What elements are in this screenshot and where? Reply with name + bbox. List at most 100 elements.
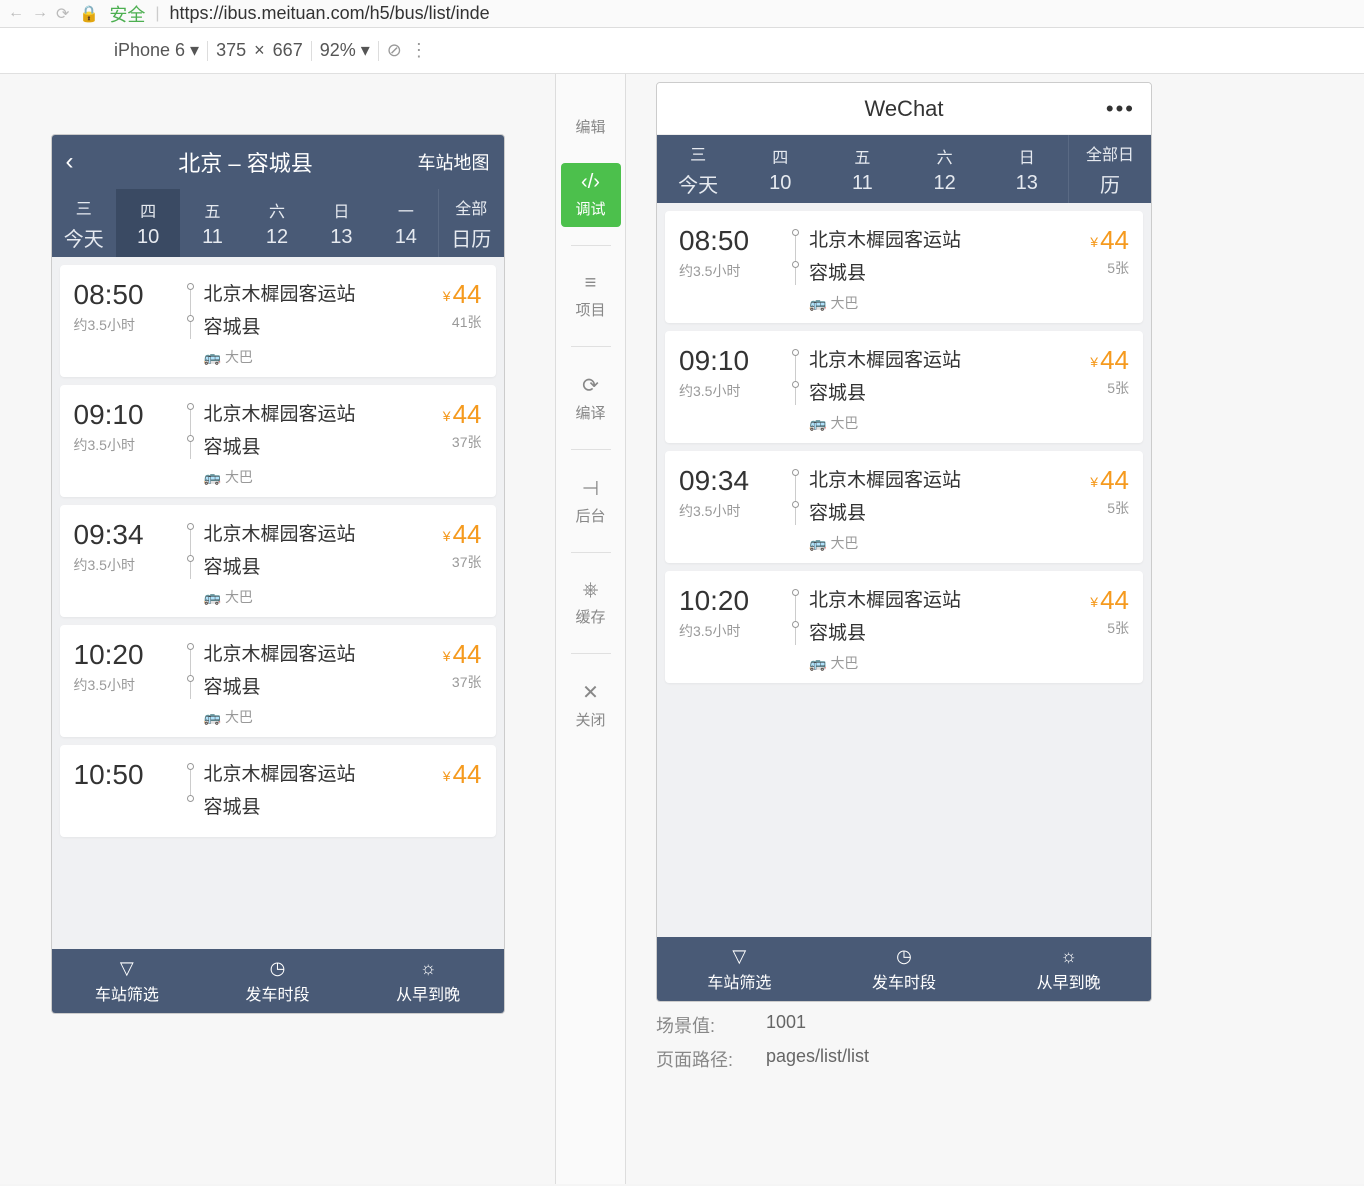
depart-time: 08:50 (679, 225, 749, 257)
midbar-item[interactable]: 编辑 (561, 104, 621, 145)
wechat-titlebar: WeChat ••• (657, 83, 1151, 135)
bus-type: 🚌 大巴 (809, 533, 1047, 553)
dest-dot-icon (792, 261, 799, 268)
seats-left: 37张 (452, 432, 482, 452)
card-route-block: 北京木樨园客运站 容城县 🚌 大巴 (791, 465, 1047, 553)
date-weekday: 三 (76, 195, 92, 219)
bus-card[interactable]: 10:50 北京木樨园客运站 容城县 ¥44 (60, 745, 496, 837)
date-number: 历 (1100, 169, 1120, 198)
zoom-selector[interactable]: 92% ▾ (320, 40, 370, 61)
duration: 约3.5小时 (679, 261, 740, 281)
more-icon[interactable]: ••• (1106, 96, 1135, 122)
dest-dot-icon (187, 315, 194, 322)
bottombar-label: 发车时段 (872, 969, 936, 993)
back-arrow-icon[interactable]: ← (8, 4, 24, 24)
bottombar-item[interactable]: ☼从早到晚 (353, 949, 504, 1013)
date-weekday: 全部日 (1086, 141, 1134, 165)
device-selector[interactable]: iPhone 6 ▾ (114, 40, 199, 61)
date-cell[interactable]: 五11 (180, 189, 244, 257)
bottombar-item[interactable]: ◷发车时段 (202, 949, 353, 1013)
card-price-block: ¥44 (412, 759, 482, 827)
origin-station: 北京木樨园客运站 (809, 345, 1047, 372)
origin-dot-icon (792, 469, 799, 476)
card-route-block: 北京木樨园客运站 容城县 🚌 大巴 (791, 225, 1047, 313)
bus-icon: 🚌 (809, 655, 826, 672)
bus-card[interactable]: 10:20 约3.5小时 北京木樨园客运站 容城县 🚌 大巴 ¥44 5张 (665, 571, 1143, 683)
bottombar-item[interactable]: ▽车站筛选 (52, 949, 203, 1013)
times-icon: × (254, 40, 265, 61)
date-cell[interactable]: 六12 (904, 135, 986, 203)
card-time-block: 08:50 约3.5小时 (74, 279, 174, 367)
bus-list-right[interactable]: 08:50 约3.5小时 北京木樨园客运站 容城县 🚌 大巴 ¥44 5张 09… (657, 203, 1151, 937)
card-route-block: 北京木樨园客运站 容城县 🚌 大巴 (186, 519, 400, 607)
dest-dot-icon (187, 675, 194, 682)
bottombar-item[interactable]: ◷发车时段 (822, 937, 987, 1001)
viewport-width[interactable]: 375 (216, 40, 246, 61)
right-preview-column: WeChat ••• 三今天四10五11六12日13全部日历 08:50 约3.… (626, 74, 1364, 1184)
midbar-label: 缓存 (575, 606, 605, 627)
price: ¥44 (1090, 225, 1129, 256)
date-cell[interactable]: 三今天 (657, 135, 739, 203)
card-time-block: 10:20 约3.5小时 (679, 585, 779, 673)
bus-card[interactable]: 09:34 约3.5小时 北京木樨园客运站 容城县 🚌 大巴 ¥44 5张 (665, 451, 1143, 563)
path-value: pages/list/list (766, 1046, 869, 1072)
wechat-title: WeChat (864, 96, 943, 122)
bus-card[interactable]: 09:10 约3.5小时 北京木樨园客运站 容城县 🚌 大巴 ¥44 37张 (60, 385, 496, 497)
midbar-item[interactable]: ≡项目 (561, 264, 621, 328)
date-number: 今天 (64, 223, 104, 252)
bottombar-left: ▽车站筛选◷发车时段☼从早到晚 (52, 949, 504, 1013)
viewport-height[interactable]: 667 (273, 40, 303, 61)
depart-time: 09:34 (74, 519, 144, 551)
midbar-item[interactable]: ‹/›调试 (561, 163, 621, 227)
duration: 约3.5小时 (74, 315, 135, 335)
bus-card[interactable]: 09:10 约3.5小时 北京木樨园客运站 容城县 🚌 大巴 ¥44 5张 (665, 331, 1143, 443)
dest-station: 容城县 (204, 672, 400, 699)
date-cell[interactable]: 日13 (986, 135, 1068, 203)
bus-card[interactable]: 10:20 约3.5小时 北京木樨园客运站 容城县 🚌 大巴 ¥44 37张 (60, 625, 496, 737)
date-number: 11 (852, 172, 873, 195)
date-cell[interactable]: 全部日历 (438, 189, 503, 257)
midbar-item[interactable]: ⎈缓存 (561, 571, 621, 635)
date-cell[interactable]: 三今天 (52, 189, 116, 257)
page-title: 北京 – 容城县 (178, 146, 312, 178)
forward-arrow-icon[interactable]: → (32, 4, 48, 24)
depart-time: 10:20 (679, 585, 749, 617)
depart-time: 10:20 (74, 639, 144, 671)
card-route-block: 北京木樨园客运站 容城县 🚌 大巴 (791, 585, 1047, 673)
date-cell[interactable]: 四10 (739, 135, 821, 203)
back-icon[interactable]: ‹ (66, 148, 74, 176)
reload-icon[interactable]: ⟳ (56, 4, 69, 24)
titlebar: ‹ 北京 – 容城县 车站地图 (52, 135, 504, 189)
depart-time: 09:10 (74, 399, 144, 431)
midbar-item[interactable]: ✕关闭 (561, 672, 621, 738)
rotate-icon[interactable]: ⊘ (387, 40, 402, 61)
date-cell[interactable]: 一14 (374, 189, 438, 257)
bottombar-item[interactable]: ☼从早到晚 (986, 937, 1151, 1001)
menu-icon[interactable]: ⋮ (410, 40, 428, 61)
midbar-item[interactable]: ⟳编译 (561, 365, 621, 431)
phone-frame-left: ‹ 北京 – 容城县 车站地图 三今天四10五11六12日13一14全部日历 0… (51, 134, 505, 1014)
date-cell[interactable]: 五11 (821, 135, 903, 203)
midbar-item[interactable]: ⊣后台 (561, 468, 621, 534)
bottombar-right: ▽车站筛选◷发车时段☼从早到晚 (657, 937, 1151, 1001)
phone-frame-right: WeChat ••• 三今天四10五11六12日13全部日历 08:50 约3.… (656, 82, 1152, 1002)
bus-card[interactable]: 08:50 约3.5小时 北京木樨园客运站 容城县 🚌 大巴 ¥44 41张 (60, 265, 496, 377)
bus-card[interactable]: 08:50 约3.5小时 北京木樨园客运站 容城县 🚌 大巴 ¥44 5张 (665, 211, 1143, 323)
bus-list-left[interactable]: 08:50 约3.5小时 北京木樨园客运站 容城县 🚌 大巴 ¥44 41张 0… (52, 257, 504, 949)
price: ¥44 (1090, 585, 1129, 616)
date-cell[interactable]: 全部日历 (1068, 135, 1151, 203)
date-cell[interactable]: 六12 (245, 189, 309, 257)
url-text[interactable]: https://ibus.meituan.com/h5/bus/list/ind… (169, 3, 489, 24)
date-cell[interactable]: 四10 (116, 189, 180, 257)
midbar-icon: ⟳ (582, 373, 599, 398)
date-weekday: 三 (690, 141, 706, 165)
bus-type: 🚌 大巴 (809, 293, 1047, 313)
date-cell[interactable]: 日13 (309, 189, 373, 257)
date-number: 13 (1016, 172, 1038, 195)
bottombar-label: 车站筛选 (707, 969, 771, 993)
bottombar-item[interactable]: ▽车站筛选 (657, 937, 822, 1001)
devtools-midbar: 编辑 ‹/›调试 ≡项目 ⟳编译 ⊣后台 ⎈缓存 ✕关闭 (556, 74, 626, 1184)
bus-card[interactable]: 09:34 约3.5小时 北京木樨园客运站 容城县 🚌 大巴 ¥44 37张 (60, 505, 496, 617)
date-weekday: 六 (937, 144, 953, 168)
map-link[interactable]: 车站地图 (418, 149, 490, 175)
